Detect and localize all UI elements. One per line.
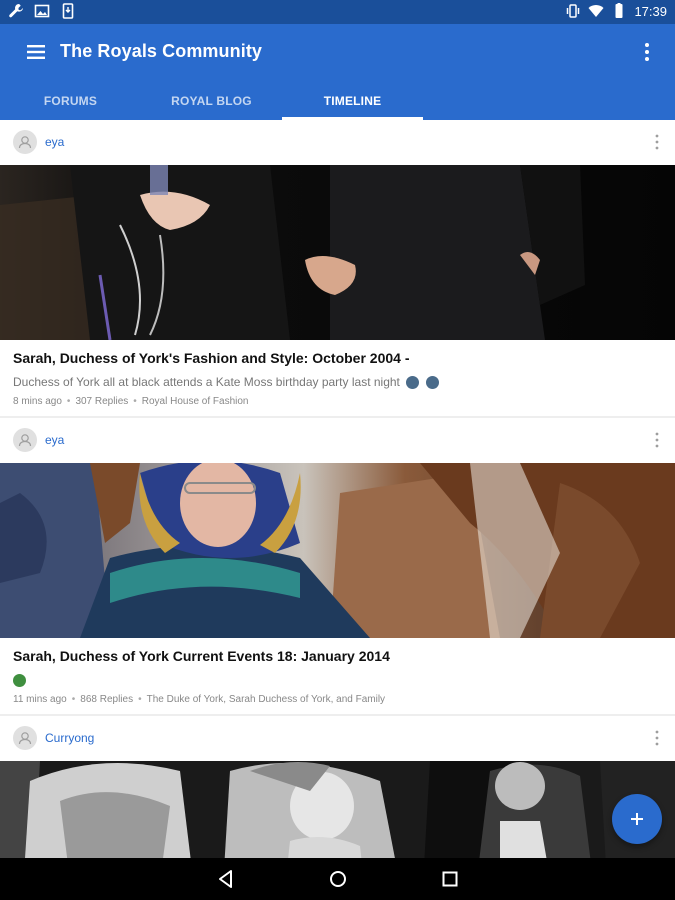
hamburger-menu-icon[interactable]	[22, 38, 50, 66]
back-icon[interactable]	[214, 867, 238, 891]
globe-icon	[13, 674, 26, 688]
post-excerpt: Duchess of York all at black attends a K…	[13, 375, 662, 390]
post-body: Sarah, Duchess of York's Fashion and Sty…	[0, 340, 675, 416]
post-username[interactable]: eya	[45, 135, 64, 149]
home-icon[interactable]	[326, 867, 350, 891]
user-icon	[18, 732, 32, 745]
post-meta: 8 mins ago • 307 Replies • Royal House of Fa…	[13, 396, 662, 407]
post-more-icon[interactable]	[651, 430, 663, 450]
tab-forums[interactable]: FORUMS	[0, 82, 141, 120]
user-icon	[18, 434, 32, 447]
post-time: 11 mins ago	[13, 694, 67, 706]
post-meta: 11 mins ago • 868 Replies • The Duke of York…	[13, 694, 662, 705]
post-forum[interactable]: Royal House of Fashion	[142, 396, 249, 407]
emoji-icon	[406, 376, 420, 390]
post-image[interactable]	[0, 165, 675, 340]
post-header: eya	[0, 418, 675, 463]
tab-bar: FORUMS ROYAL BLOG TIMELINE	[0, 82, 675, 120]
meta-separator: •	[66, 396, 71, 408]
post-more-icon[interactable]	[651, 728, 663, 748]
post-forum[interactable]: The Duke of York, Sarah Duchess of York,…	[147, 694, 385, 705]
post-username[interactable]: Curryong	[45, 731, 94, 745]
user-icon	[18, 136, 32, 149]
post-more-icon[interactable]	[651, 132, 663, 152]
post-header: eya	[0, 120, 675, 165]
meta-separator: •	[71, 694, 76, 706]
image-icon	[34, 4, 50, 18]
status-time: 17:39	[634, 3, 667, 19]
meta-separator: •	[138, 694, 142, 706]
avatar[interactable]	[13, 130, 37, 154]
photo-couple-holding-hands	[0, 165, 675, 340]
post-title[interactable]: Sarah, Duchess of York's Fashion and Sty…	[13, 350, 662, 366]
photo-black-and-white-family	[0, 761, 675, 858]
battery-icon	[615, 3, 623, 18]
status-bar: 17:39	[0, 0, 675, 24]
app-title: The Royals Community	[60, 41, 263, 61]
tab-royal-blog[interactable]: ROYAL BLOG	[141, 82, 282, 120]
post-replies: 307 Replies	[75, 396, 129, 408]
tab-timeline[interactable]: TIMELINE	[282, 82, 423, 120]
timeline-feed[interactable]: eya Sarah, Duchess of York's Fashion and…	[0, 120, 675, 858]
app-bar: The Royals Community FORUMS ROYAL BLOG T…	[0, 24, 675, 120]
overflow-menu-icon[interactable]	[639, 38, 655, 66]
post-body: Sarah, Duchess of York Current Events 18…	[0, 638, 675, 714]
post-excerpt-text: Duchess of York all at black attends a K…	[13, 375, 400, 389]
avatar[interactable]	[13, 428, 37, 452]
avatar[interactable]	[13, 726, 37, 750]
vibrate-icon	[567, 4, 580, 18]
post-card[interactable]: Curryong	[0, 716, 675, 858]
post-image[interactable]	[0, 761, 675, 858]
system-nav-bar	[0, 858, 675, 900]
plus-icon	[631, 813, 643, 825]
post-time: 8 mins ago	[13, 396, 62, 408]
wifi-icon	[588, 5, 604, 17]
post-card[interactable]: eya	[0, 418, 675, 714]
post-excerpt	[13, 673, 662, 688]
emoji-icon	[425, 376, 439, 390]
post-header: Curryong	[0, 716, 675, 761]
wrench-icon	[9, 4, 23, 18]
phone-download-icon	[62, 3, 74, 19]
photo-woman-headscarf-horses	[0, 463, 675, 638]
new-post-button[interactable]	[612, 794, 662, 844]
post-title[interactable]: Sarah, Duchess of York Current Events 18…	[13, 648, 662, 664]
post-replies: 868 Replies	[80, 694, 134, 706]
post-card[interactable]: eya	[0, 120, 675, 416]
post-username[interactable]: eya	[45, 433, 64, 447]
recents-icon[interactable]	[438, 867, 462, 891]
post-image[interactable]	[0, 463, 675, 638]
meta-separator: •	[133, 396, 137, 408]
